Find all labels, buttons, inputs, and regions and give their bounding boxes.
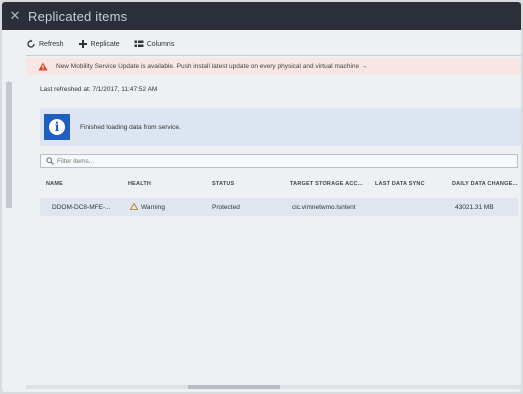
columns-button[interactable]: Columns bbox=[134, 39, 175, 49]
toolbar-divider bbox=[26, 55, 521, 56]
search-icon bbox=[46, 157, 54, 165]
filter-input[interactable] bbox=[57, 156, 497, 166]
column-header-last-data-sync[interactable]: LAST DATA SYNC bbox=[375, 181, 425, 187]
table-row[interactable] bbox=[40, 198, 518, 216]
alert-text: New Mobility Service Update is available… bbox=[56, 63, 368, 70]
horizontal-scrollbar-thumb[interactable] bbox=[188, 385, 280, 389]
refresh-button[interactable]: Refresh bbox=[26, 39, 64, 49]
column-header-health[interactable]: HEALTH bbox=[128, 181, 151, 187]
row-daily-data-change: 43021.31 MB bbox=[455, 204, 494, 211]
refresh-icon bbox=[27, 39, 35, 48]
replicate-button[interactable]: Replicate bbox=[78, 39, 120, 49]
filter-box[interactable] bbox=[40, 154, 518, 168]
row-target-storage: cic.vimnetwmo.lsntent bbox=[292, 204, 356, 211]
info-icon: i bbox=[44, 114, 70, 140]
column-header-daily-data-change[interactable]: DAILY DATA CHANGE... bbox=[452, 181, 518, 187]
close-icon[interactable]: ✕ bbox=[2, 8, 28, 24]
last-refreshed-text: Last refreshed at: 7/1/2017, 11:47:52 AM bbox=[40, 86, 158, 93]
info-message: i Finished loading data from service. bbox=[40, 108, 521, 146]
info-text: Finished loading data from service. bbox=[80, 123, 181, 131]
window-title: Replicated items bbox=[28, 8, 128, 24]
column-header-target-storage[interactable]: TARGET STORAGE ACC... bbox=[290, 181, 363, 187]
title-bar: ✕ Replicated items bbox=[2, 2, 521, 30]
row-status: Protected bbox=[212, 204, 240, 211]
warning-icon bbox=[130, 203, 138, 210]
row-health: Warning bbox=[141, 204, 165, 211]
toolbar: Refresh Replicate Columns bbox=[26, 34, 174, 54]
warning-triangle-icon bbox=[38, 62, 48, 71]
plus-icon bbox=[78, 40, 87, 48]
replicate-label: Replicate bbox=[90, 40, 120, 48]
update-alert-banner[interactable]: New Mobility Service Update is available… bbox=[26, 58, 521, 75]
vertical-scrollbar[interactable] bbox=[6, 82, 12, 208]
column-header-name[interactable]: NAME bbox=[46, 181, 63, 187]
column-header-status[interactable]: STATUS bbox=[212, 181, 234, 187]
refresh-label: Refresh bbox=[39, 40, 64, 48]
columns-label: Columns bbox=[146, 40, 175, 48]
app-window: ✕ Replicated items Refresh Replicate Col… bbox=[2, 2, 521, 392]
row-name: DDOM-DC8-MFE-... bbox=[52, 204, 111, 211]
columns-icon bbox=[134, 40, 144, 47]
